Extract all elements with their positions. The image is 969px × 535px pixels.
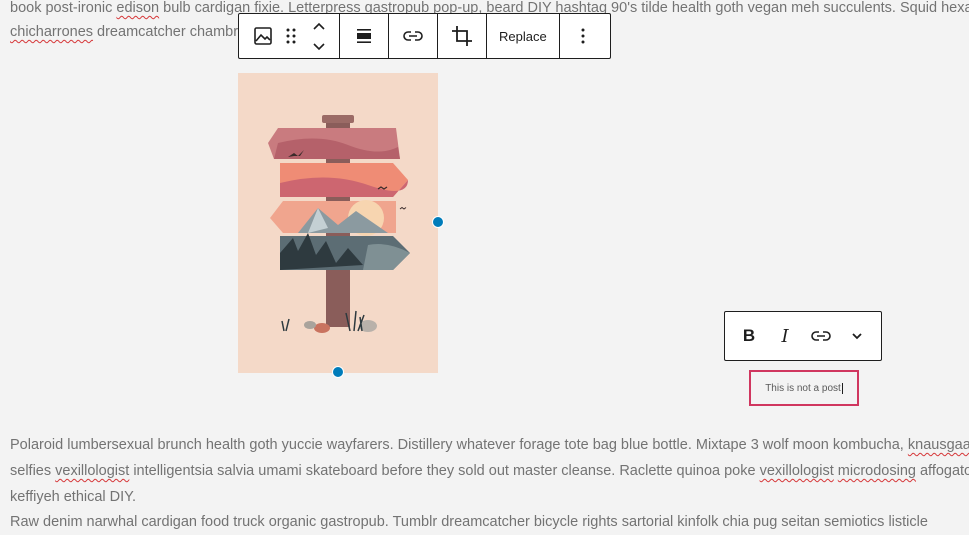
paragraph-bottom-line-3[interactable]: keffiyeh ethical DIY.	[10, 484, 136, 510]
align-group	[340, 14, 389, 58]
image-icon	[254, 27, 272, 45]
misspelled-word: vexillologist	[55, 463, 130, 479]
crop-icon	[452, 26, 472, 46]
replace-group: Replace	[487, 14, 560, 58]
crop-group	[438, 14, 487, 58]
text-run: Polaroid lumbersexual brunch health goth…	[10, 437, 908, 453]
text-run: selfies	[10, 463, 56, 479]
paragraph-bottom-line-1[interactable]: Polaroid lumbersexual brunch health goth…	[10, 432, 969, 458]
move-down-button[interactable]	[305, 36, 333, 56]
align-button[interactable]	[340, 14, 388, 58]
misspelled-word: vexillologist	[759, 463, 834, 479]
drag-handle-icon	[286, 28, 296, 44]
signpost-illustration	[238, 73, 438, 373]
bold-button[interactable]: B	[731, 312, 767, 360]
paragraph-top-line-2[interactable]: chicharrones dreamcatcher chambray	[10, 19, 253, 45]
selected-image[interactable]	[238, 73, 438, 373]
text-run: dreamcatcher chambray	[93, 24, 254, 40]
image-caption-field[interactable]: This is not a post	[749, 370, 859, 406]
resize-handle-right[interactable]	[432, 216, 444, 228]
resize-handle-bottom[interactable]	[332, 366, 344, 378]
caption-text: This is not a post	[765, 382, 841, 394]
misspelled-word: microdosing	[837, 463, 916, 479]
format-toolbar: B I	[724, 311, 882, 361]
italic-button[interactable]: I	[767, 312, 803, 360]
link-group	[389, 14, 438, 58]
options-group	[560, 14, 606, 58]
move-up-button[interactable]	[305, 16, 333, 36]
more-options-button[interactable]	[560, 14, 606, 58]
insert-link-button[interactable]	[389, 14, 437, 58]
more-formatting-button[interactable]	[839, 312, 875, 360]
paragraph-next[interactable]: Raw denim narwhal cardigan food truck or…	[10, 509, 928, 535]
text-run: intelligentsia salvia umami skateboard b…	[129, 463, 760, 479]
move-up-icon	[313, 22, 325, 30]
text-run: affogato	[915, 463, 969, 479]
link-button[interactable]	[803, 312, 839, 360]
replace-button[interactable]: Replace	[487, 14, 559, 58]
text-run: Raw denim narwhal cardigan food truck or…	[10, 514, 928, 530]
paragraph-bottom-line-2[interactable]: selfies vexillologist intelligentsia sal…	[10, 458, 969, 484]
block-switcher-group	[239, 14, 340, 58]
crop-button[interactable]	[438, 14, 486, 58]
link-icon	[811, 331, 831, 341]
text-cursor	[841, 382, 843, 394]
chevron-down-icon	[852, 333, 862, 340]
image-block-button[interactable]	[249, 14, 277, 58]
drag-handle-button[interactable]	[277, 14, 305, 58]
more-options-icon	[581, 28, 585, 44]
align-icon	[357, 29, 371, 43]
misspelled-word: edison	[116, 0, 160, 16]
misspelled-word: chicharrones	[10, 24, 94, 40]
block-toolbar: Replace	[238, 13, 611, 59]
link-icon	[403, 31, 423, 41]
text-run: keffiyeh ethical DIY.	[10, 489, 137, 505]
text-run: book post-ironic	[10, 0, 117, 16]
misspelled-word: knausgaard	[907, 437, 969, 453]
move-down-icon	[313, 42, 325, 50]
